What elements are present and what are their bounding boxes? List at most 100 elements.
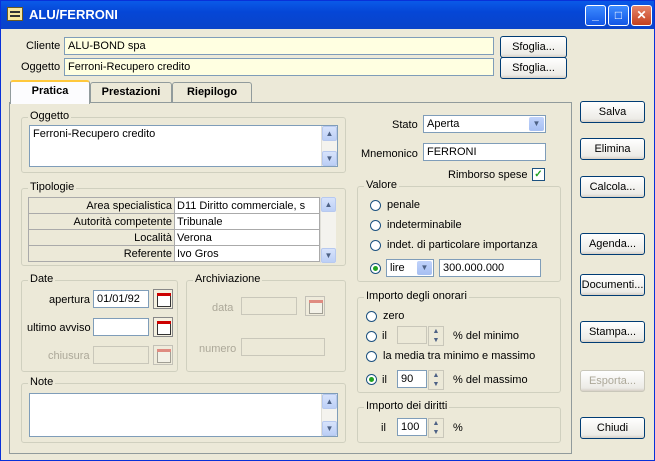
- table-row[interactable]: Autorità competente Tribunale: [28, 213, 320, 230]
- mnemonico-label: Mnemonico: [361, 148, 418, 160]
- table-row[interactable]: Referente Ivo Gros: [28, 245, 320, 262]
- minimo-spinner: ▲ ▼: [428, 326, 444, 346]
- stato-label: Stato: [392, 119, 418, 131]
- zero-label: zero: [383, 310, 405, 322]
- particolare-importanza-label: indet. di particolare importanza: [387, 239, 538, 251]
- note-group-title: Note: [28, 376, 56, 388]
- diritti-group-title: Importo dei diritti: [364, 400, 450, 412]
- agenda-button[interactable]: Agenda...: [580, 233, 645, 255]
- currency-select[interactable]: lire ▼: [386, 259, 434, 277]
- minimo-radio[interactable]: [366, 331, 377, 342]
- elimina-button[interactable]: Elimina: [580, 138, 645, 160]
- il-label: il: [382, 374, 387, 386]
- calendar-icon[interactable]: [153, 317, 173, 337]
- minimize-icon[interactable]: _: [585, 5, 606, 26]
- archiviazione-numero-field: [241, 338, 325, 356]
- stato-value: Aperta: [427, 118, 460, 130]
- calcola-button[interactable]: Calcola...: [580, 176, 645, 198]
- il-label: il: [381, 422, 386, 434]
- rimborso-checkbox[interactable]: ✓: [532, 168, 545, 181]
- date-group-title: Date: [28, 273, 56, 285]
- maximize-icon[interactable]: □: [608, 5, 629, 26]
- massimo-radio[interactable]: [366, 374, 377, 385]
- onorari-group-title: Importo degli onorari: [364, 290, 469, 302]
- chiudi-button[interactable]: Chiudi: [580, 417, 645, 439]
- cliente-label: Cliente: [26, 40, 61, 52]
- particolare-importanza-radio[interactable]: [370, 240, 381, 251]
- note-scrollbar[interactable]: ▲ ▼: [321, 394, 337, 436]
- main-window: ALU/FERRONI _ □ ✕ Cliente ALU-BOND spa S…: [0, 0, 655, 461]
- massimo-spinner[interactable]: ▲ ▼: [428, 370, 444, 390]
- table-row[interactable]: Area specialistica D11 Diritto commercial…: [28, 197, 320, 214]
- valore-group-title: Valore: [364, 179, 399, 191]
- archiviazione-data-field: [241, 297, 297, 315]
- tab-pratica[interactable]: Pratica: [10, 80, 90, 104]
- apertura-label: apertura: [49, 294, 90, 306]
- window-title: ALU/FERRONI: [29, 7, 118, 22]
- media-label: la media tra minimo e massimo: [383, 350, 536, 362]
- chiusura-field: [93, 346, 149, 364]
- minimo-field: [397, 326, 427, 344]
- oggetto-label: Oggetto: [21, 61, 61, 73]
- chevron-down-icon[interactable]: ▼: [529, 117, 544, 131]
- cliente-field[interactable]: ALU-BOND spa: [64, 37, 494, 55]
- ultimo-avviso-label: ultimo avviso: [27, 322, 91, 334]
- scroll-up-icon[interactable]: ▲: [322, 126, 337, 141]
- currency-value: lire: [390, 262, 405, 274]
- app-icon: [7, 7, 23, 21]
- massimo-field[interactable]: 90: [397, 370, 427, 388]
- stato-select[interactable]: Aperta ▼: [423, 115, 546, 133]
- scroll-up-icon[interactable]: ▲: [321, 197, 336, 212]
- diritti-field[interactable]: 100: [397, 418, 427, 436]
- percent-label: %: [453, 422, 463, 434]
- tipologie-table: Area specialistica D11 Diritto commercial…: [28, 197, 320, 262]
- sfoglia-cliente-button[interactable]: Sfoglia...: [500, 36, 567, 58]
- penale-radio[interactable]: [370, 200, 381, 211]
- stampa-button[interactable]: Stampa...: [580, 321, 645, 343]
- oggetto-scrollbar[interactable]: ▲ ▼: [321, 126, 337, 166]
- scroll-down-icon[interactable]: ▼: [322, 151, 337, 166]
- calendar-icon[interactable]: [153, 289, 173, 309]
- title-bar: ALU/FERRONI _ □ ✕: [1, 1, 654, 29]
- calendar-icon: [305, 296, 325, 316]
- numero-label: numero: [199, 343, 237, 355]
- oggetto-group-title: Oggetto: [28, 110, 72, 122]
- ultimo-avviso-field[interactable]: [93, 318, 149, 336]
- archiviazione-group-title: Archiviazione: [193, 273, 263, 285]
- mnemonico-field[interactable]: FERRONI: [423, 143, 546, 161]
- indeterminabile-radio[interactable]: [370, 220, 381, 231]
- calendar-icon: [153, 345, 173, 365]
- zero-radio[interactable]: [366, 311, 377, 322]
- media-radio[interactable]: [366, 351, 377, 362]
- tab-riepilogo[interactable]: Riepilogo: [172, 82, 252, 102]
- massimo-label: % del massimo: [453, 374, 528, 386]
- valuta-radio[interactable]: [370, 263, 381, 274]
- oggetto-field[interactable]: Ferroni-Recupero credito: [64, 58, 494, 76]
- archiviazione-group: Archiviazione: [186, 273, 346, 372]
- apertura-field[interactable]: 01/01/92: [93, 290, 149, 308]
- sfoglia-oggetto-button[interactable]: Sfoglia...: [500, 57, 567, 79]
- chevron-down-icon[interactable]: ▼: [417, 261, 432, 275]
- rimborso-label: Rimborso spese: [448, 169, 528, 181]
- note-textarea[interactable]: [29, 393, 338, 437]
- documenti-button[interactable]: Documenti...: [580, 274, 645, 296]
- tab-prestazioni[interactable]: Prestazioni: [90, 82, 172, 102]
- esporta-button: Esporta...: [580, 370, 645, 392]
- penale-label: penale: [387, 199, 421, 211]
- tipologie-group-title: Tipologie: [28, 181, 77, 193]
- tipologie-scrollbar[interactable]: ▲ ▼: [320, 197, 336, 263]
- oggetto-textarea[interactable]: Ferroni-Recupero credito: [29, 125, 338, 167]
- amount-field[interactable]: 300.000.000: [439, 259, 541, 277]
- salva-button[interactable]: Salva: [580, 101, 645, 123]
- diritti-spinner[interactable]: ▲ ▼: [428, 418, 444, 438]
- data-label: data: [212, 302, 234, 314]
- scroll-up-icon[interactable]: ▲: [322, 394, 337, 409]
- close-icon[interactable]: ✕: [631, 5, 652, 26]
- il-label: il: [382, 330, 387, 342]
- scroll-down-icon[interactable]: ▼: [322, 421, 337, 436]
- table-row[interactable]: Località Verona: [28, 229, 320, 246]
- minimo-label: % del minimo: [453, 330, 520, 342]
- indeterminabile-label: indeterminabile: [387, 219, 462, 231]
- chiusura-label: chiusura: [48, 350, 90, 362]
- scroll-down-icon[interactable]: ▼: [321, 248, 336, 263]
